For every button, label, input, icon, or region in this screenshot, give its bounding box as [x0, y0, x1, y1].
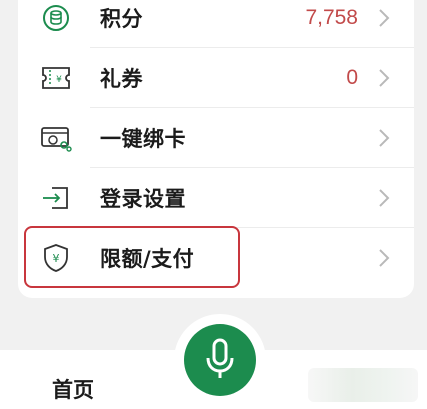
menu-item-label: 登录设置 — [100, 187, 186, 211]
tab-home[interactable]: 首页 — [52, 374, 94, 404]
card-link-icon — [40, 122, 72, 154]
voice-button[interactable] — [184, 324, 256, 396]
vouchers-value: 0 — [346, 66, 358, 89]
menu-item-login-settings[interactable]: 登录设置 — [18, 168, 414, 228]
chevron-right-icon — [376, 67, 392, 89]
chevron-right-icon — [376, 127, 392, 149]
blurred-tab-area — [308, 368, 418, 402]
voucher-icon: ¥ — [40, 62, 72, 94]
microphone-icon — [203, 338, 237, 382]
coin-stack-icon — [40, 2, 72, 34]
menu-item-points[interactable]: 积分 7,758 — [18, 0, 414, 48]
account-menu-card: 积分 7,758 ¥ 礼券 0 一键绑卡 登录设置 ¥ 限额/支付 — [18, 0, 414, 298]
menu-item-label: 礼券 — [100, 67, 143, 91]
chevron-right-icon — [376, 7, 392, 29]
chevron-right-icon — [376, 247, 392, 269]
screen: 积分 7,758 ¥ 礼券 0 一键绑卡 登录设置 ¥ 限额/支付 首页 — [0, 0, 427, 409]
svg-text:¥: ¥ — [56, 75, 62, 85]
login-arrow-icon — [40, 182, 72, 214]
chevron-right-icon — [376, 187, 392, 209]
menu-item-bind-card[interactable]: 一键绑卡 — [18, 108, 414, 168]
menu-item-vouchers[interactable]: ¥ 礼券 0 — [18, 48, 414, 108]
highlight-annotation-box — [24, 226, 240, 288]
menu-item-label: 积分 — [100, 7, 143, 31]
points-value: 7,758 — [305, 6, 358, 29]
menu-item-label: 一键绑卡 — [100, 127, 186, 151]
